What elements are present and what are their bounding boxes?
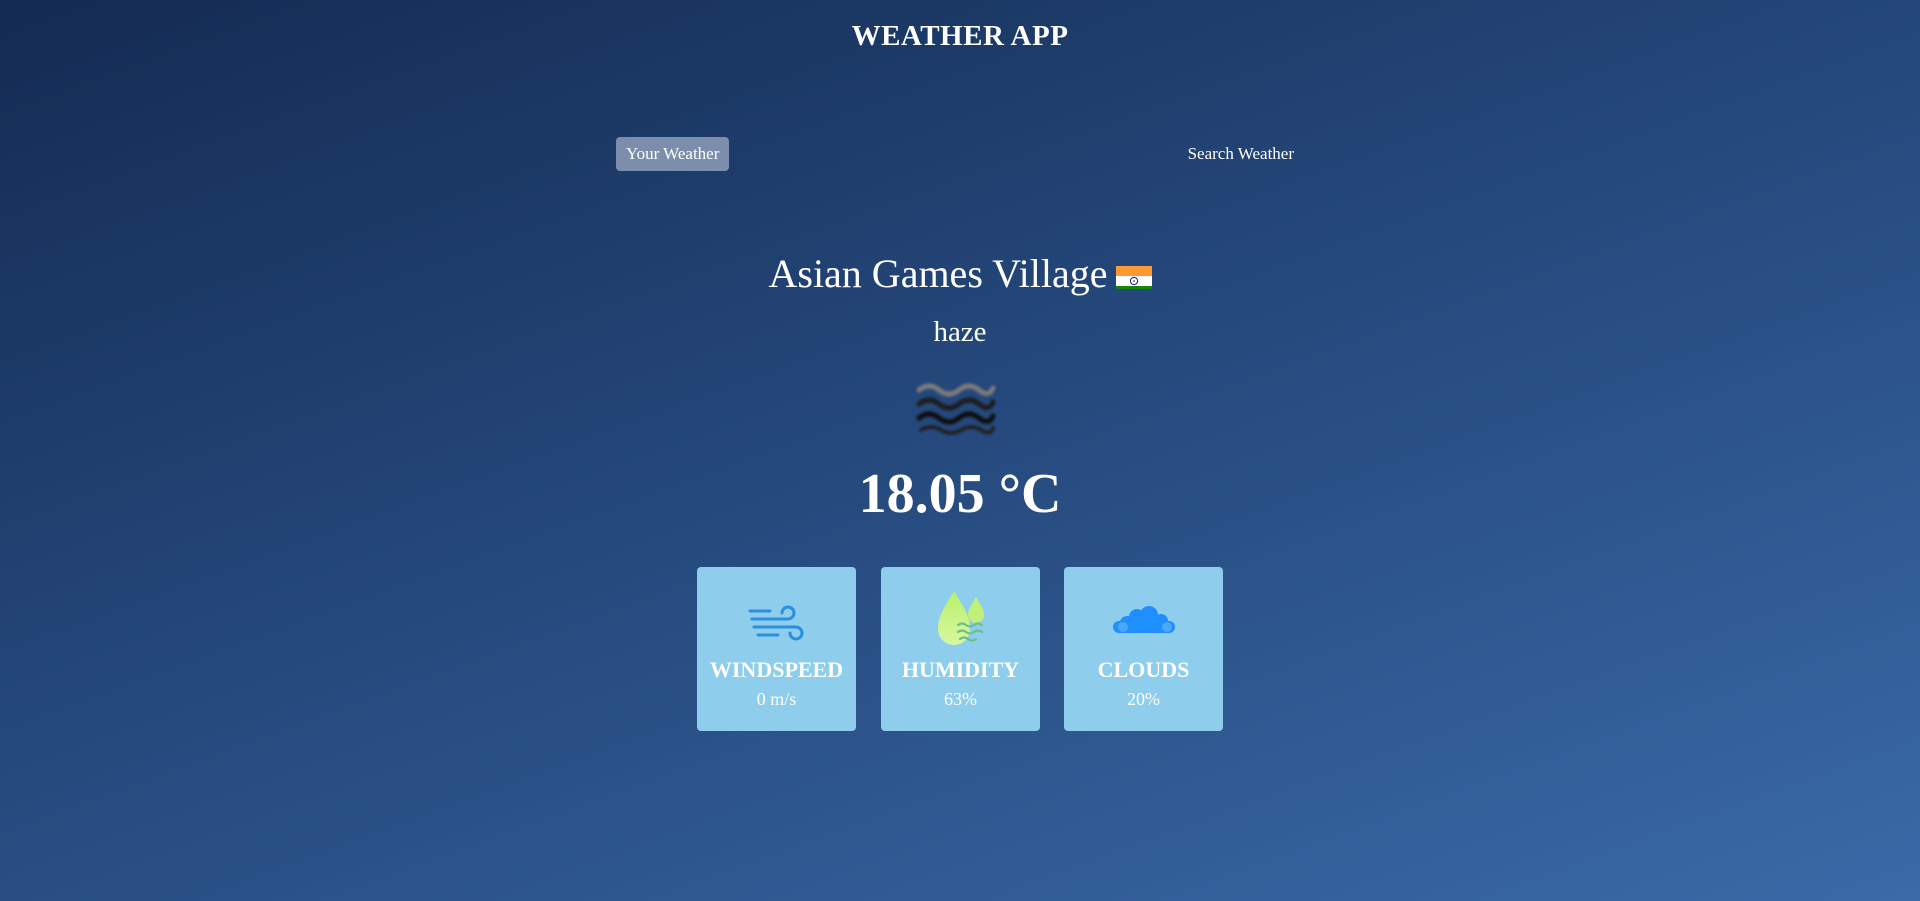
windspeed-label: WINDSPEED [709,657,844,682]
haze-icon [915,378,997,438]
humidity-card: HUMIDITY 63% [881,567,1040,731]
windspeed-value: 0 m/s [756,689,797,709]
clouds-value: 20% [1127,689,1160,709]
weather-description: haze [933,316,987,348]
wind-icon [742,587,812,657]
location-heading: Asian Games Village [0,250,1920,297]
india-flag-icon [1115,259,1152,289]
cloud-icon [1109,587,1179,657]
tab-your-weather[interactable]: Your Weather [616,137,730,171]
clouds-label: CLOUDS [1097,657,1190,682]
app-title: WEATHER APP [851,20,1069,52]
humidity-value: 63% [944,689,977,709]
location-name: Asian Games Village [768,251,1108,296]
tab-bar: Your Weather Search Weather [616,137,1304,171]
clouds-card: CLOUDS 20% [1064,567,1223,731]
tab-search-weather[interactable]: Search Weather [1178,137,1304,171]
windspeed-card: WINDSPEED 0 m/s [697,567,856,731]
humidity-label: HUMIDITY [901,657,1020,682]
humidity-drop-icon [926,587,996,657]
stats-cards: WINDSPEED 0 m/s HUMIDITY 63% CLOUDS 20% [697,567,1223,731]
temperature: 18.05 °C [858,463,1062,525]
